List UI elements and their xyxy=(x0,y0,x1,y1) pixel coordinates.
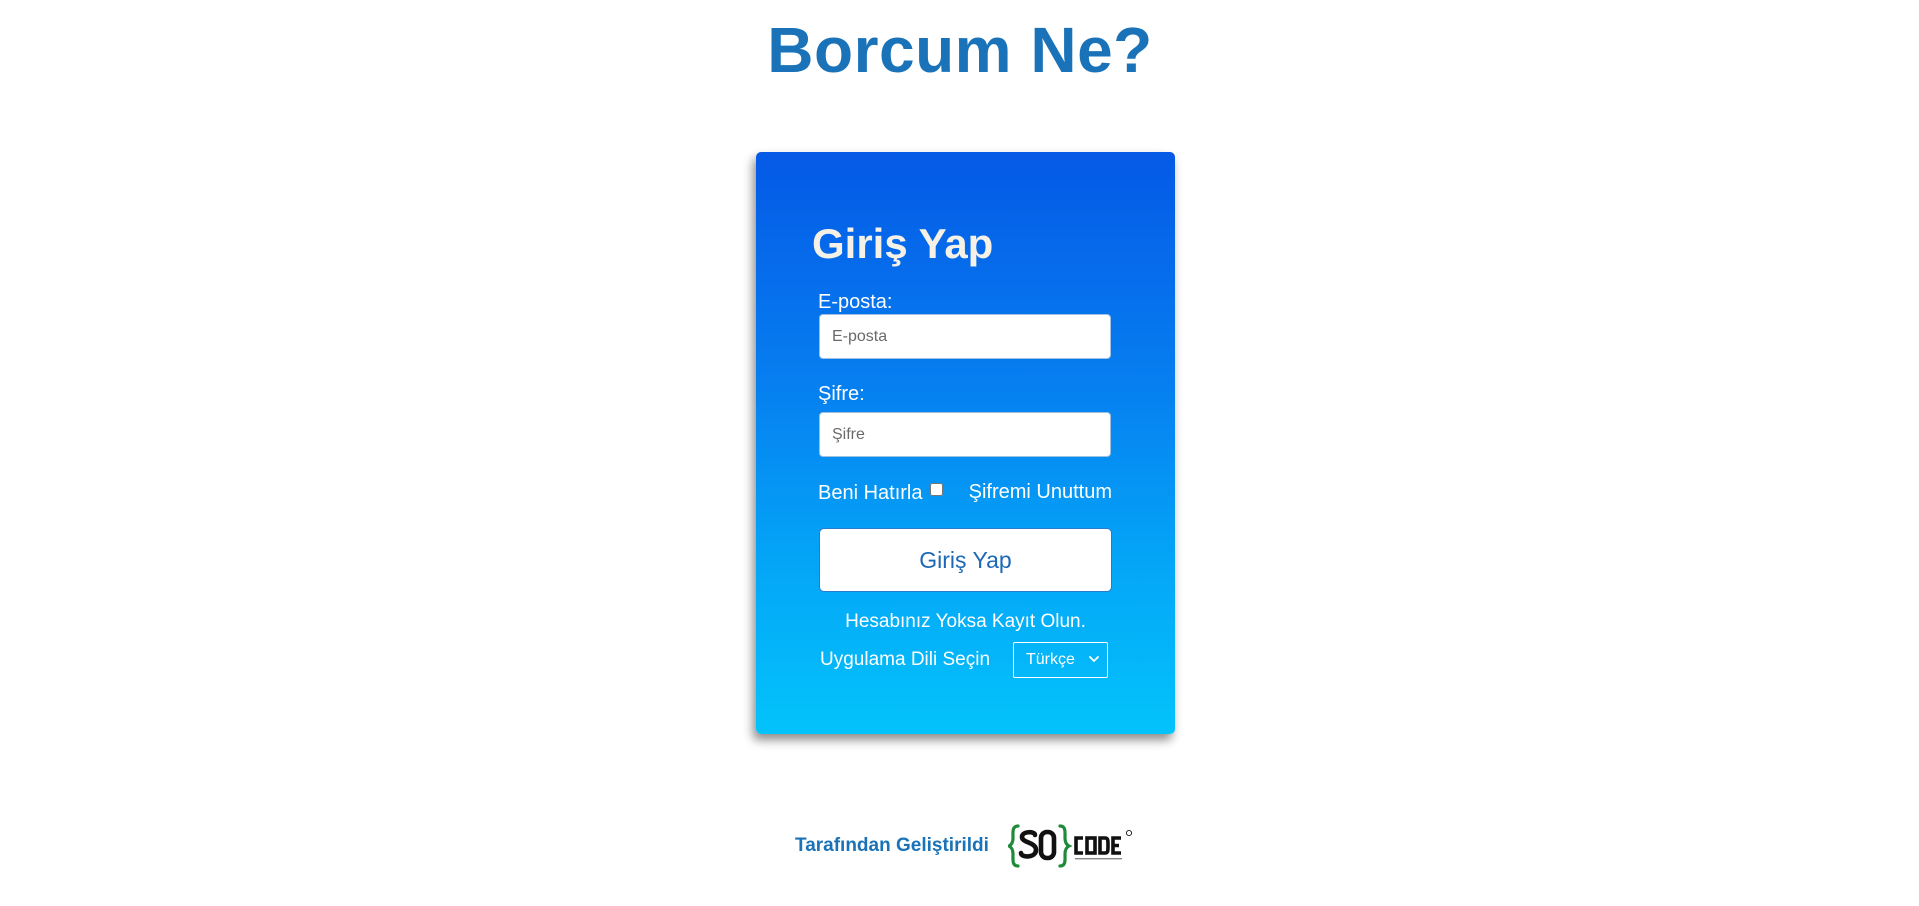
login-heading: Giriş Yap xyxy=(812,220,994,267)
remember-me-checkbox[interactable] xyxy=(930,483,943,496)
footer: Tarafından Geliştirildi xyxy=(795,822,1195,870)
login-page: Borcum Ne? Giriş Yap E-posta: Şifre: Ben… xyxy=(0,0,1919,906)
login-card: Giriş Yap E-posta: Şifre: Beni Hatırla Ş… xyxy=(756,152,1175,734)
email-label: E-posta: xyxy=(818,291,893,313)
app-title: Borcum Ne? xyxy=(767,14,1153,86)
remember-forgot-row: Beni Hatırla Şifremi Unuttum xyxy=(818,478,1112,506)
language-select[interactable]: Türkçe xyxy=(1013,642,1108,678)
login-button[interactable]: Giriş Yap xyxy=(819,528,1112,592)
language-row: Uygulama Dili Seçin Türkçe xyxy=(820,640,1114,678)
chevron-down-icon xyxy=(1089,656,1099,662)
password-label: Şifre: xyxy=(818,383,865,405)
language-label: Uygulama Dili Seçin xyxy=(820,649,991,670)
email-input[interactable] xyxy=(819,314,1111,359)
forgot-password-link[interactable]: Şifremi Unuttum xyxy=(969,480,1112,504)
socode-logo xyxy=(1008,824,1133,868)
register-link[interactable]: Hesabınız Yoksa Kayıt Olun. xyxy=(756,610,1175,634)
remember-me-label: Beni Hatırla xyxy=(818,482,923,504)
developed-by-text: Tarafından Geliştirildi xyxy=(795,835,989,856)
language-selected-value: Türkçe xyxy=(1026,651,1075,668)
password-input[interactable] xyxy=(819,412,1111,457)
